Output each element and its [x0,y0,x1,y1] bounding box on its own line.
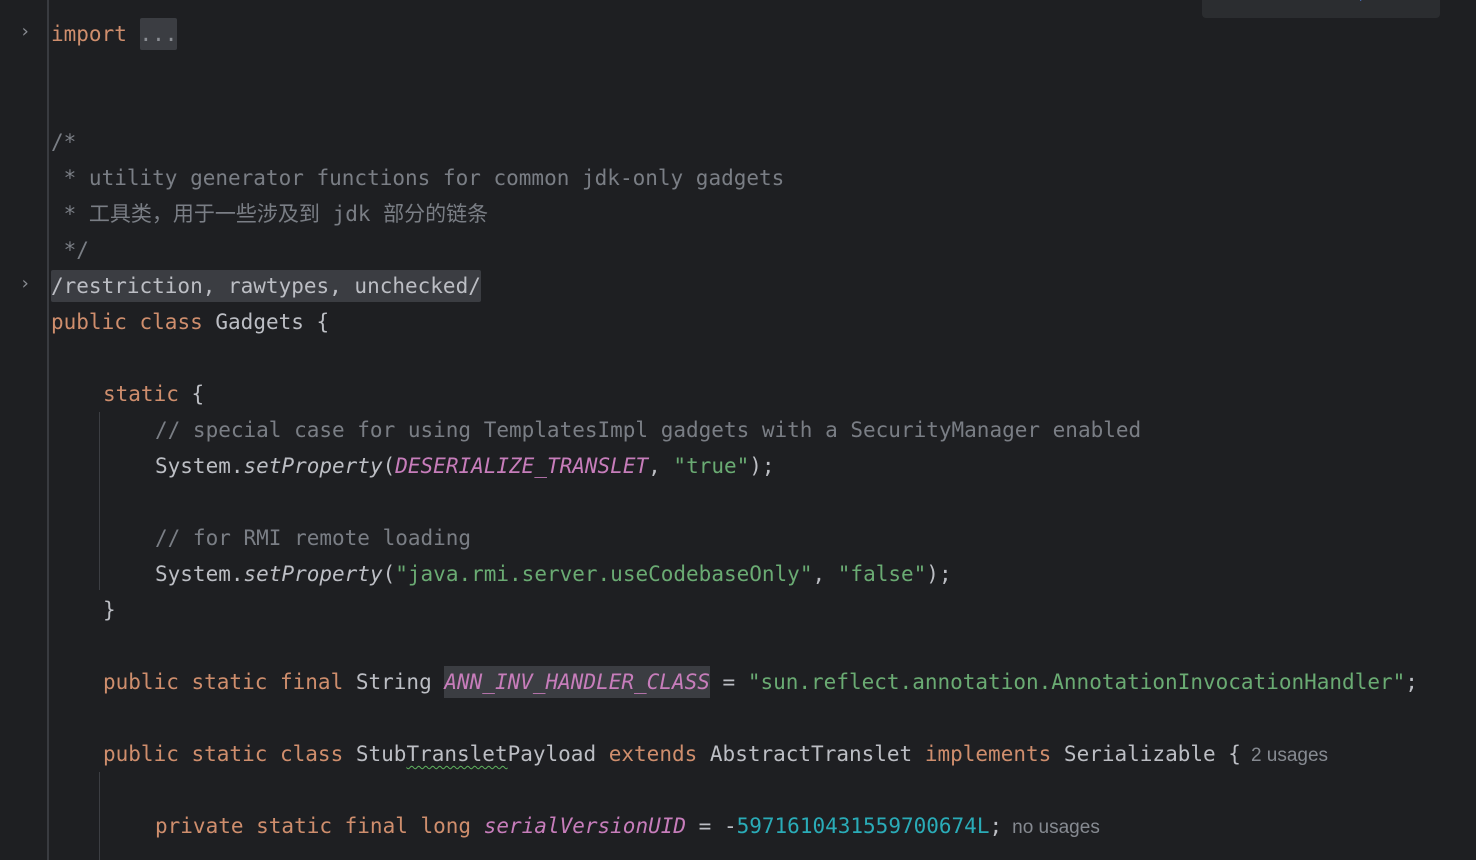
keyword: extends [608,742,698,766]
string-literal: "true" [673,454,750,478]
operator: = - [686,814,737,838]
code-line-import[interactable]: import ... [51,16,178,52]
separator: , [812,562,838,586]
usages-inlay[interactable]: no usages [1012,817,1100,838]
comment-line: // special case for using TemplatesImpl … [155,418,1142,442]
code-line-close-brace: } [103,598,116,622]
class-name: Gadgets { [215,310,330,334]
paren: ( [382,454,396,478]
keyword: implements [924,742,1052,766]
paren: ); [749,454,775,478]
type-name: String [343,670,445,694]
code-line-serial[interactable]: private static final long serialVersionU… [155,808,1100,844]
method-name: setProperty [243,562,383,586]
constant-ref: DESERIALIZE_TRANSLET [395,454,649,478]
field-name: serialVersionUID [483,814,687,838]
keyword: static [103,382,179,406]
fold-expand-icon[interactable]: › [17,23,33,41]
class-ref: System. [155,454,244,478]
keyword: public [51,310,127,334]
comment-line: // for RMI remote loading [155,526,472,550]
typo-squiggle[interactable]: Translet [406,742,507,766]
operator: = [709,670,748,694]
number-literal: 5971610431559700674L [736,814,990,838]
comment-line: /* [51,130,77,154]
gutter-divider [47,0,49,860]
paren: ( [382,562,396,586]
class-name: Payload [507,742,609,766]
field-name[interactable]: ANN_INV_HANDLER_CLASS [444,666,710,698]
comment-line: * 工具类，用于一些涉及到 jdk 部分的链条 [51,202,489,226]
method-name: setProperty [243,454,383,478]
fold-expand-icon[interactable]: › [17,275,33,293]
keyword: private static final long [155,814,472,838]
string-literal: "java.rmi.server.useCodebaseOnly" [395,562,813,586]
code-line-inner-class[interactable]: public static class StubTransletPayload … [103,736,1328,772]
comment-line: */ [51,238,89,262]
code-line-annotation[interactable]: /restriction, rawtypes, unchecked/ [51,268,481,304]
paren: ); [926,562,952,586]
type-name: AbstractTranslet [697,742,925,766]
string-literal: "false" [837,562,927,586]
indent-guide [99,772,100,860]
keyword: import [51,22,127,46]
code-line-static[interactable]: static { [103,376,204,412]
code-editor[interactable]: ⌕ › › import ... /* * utility generator … [0,0,1476,860]
folded-annotation-chip[interactable]: /restriction, rawtypes, unchecked/ [51,270,481,302]
semicolon: ; [1405,670,1418,694]
code-line-class-decl[interactable]: public class Gadgets { [51,304,329,340]
editor-gutter [0,0,47,860]
class-name: Stub [343,742,407,766]
brace: { [178,382,205,406]
keyword: public static class [103,742,344,766]
floating-toolbar[interactable]: ⌕ [1202,0,1440,18]
folded-imports-chip[interactable]: ... [139,18,178,50]
code-line-setproperty-2[interactable]: System.setProperty("java.rmi.server.useC… [155,556,952,592]
code-line-setproperty-1[interactable]: System.setProperty(DESERIALIZE_TRANSLET,… [155,448,775,484]
code-line-field[interactable]: public static final String ANN_INV_HANDL… [103,664,1418,700]
separator: , [648,454,674,478]
type-name: Serializable { [1051,742,1241,766]
usages-inlay[interactable]: 2 usages [1251,745,1328,766]
search-icon[interactable]: ⌕ [1360,0,1369,6]
keyword: class [139,310,203,334]
indent-guide [99,412,100,590]
class-ref: System. [155,562,244,586]
keyword: public static final [103,670,344,694]
comment-line: * utility generator functions for common… [51,166,785,190]
string-literal: "sun.reflect.annotation.AnnotationInvoca… [747,670,1406,694]
semicolon: ; [989,814,1003,838]
